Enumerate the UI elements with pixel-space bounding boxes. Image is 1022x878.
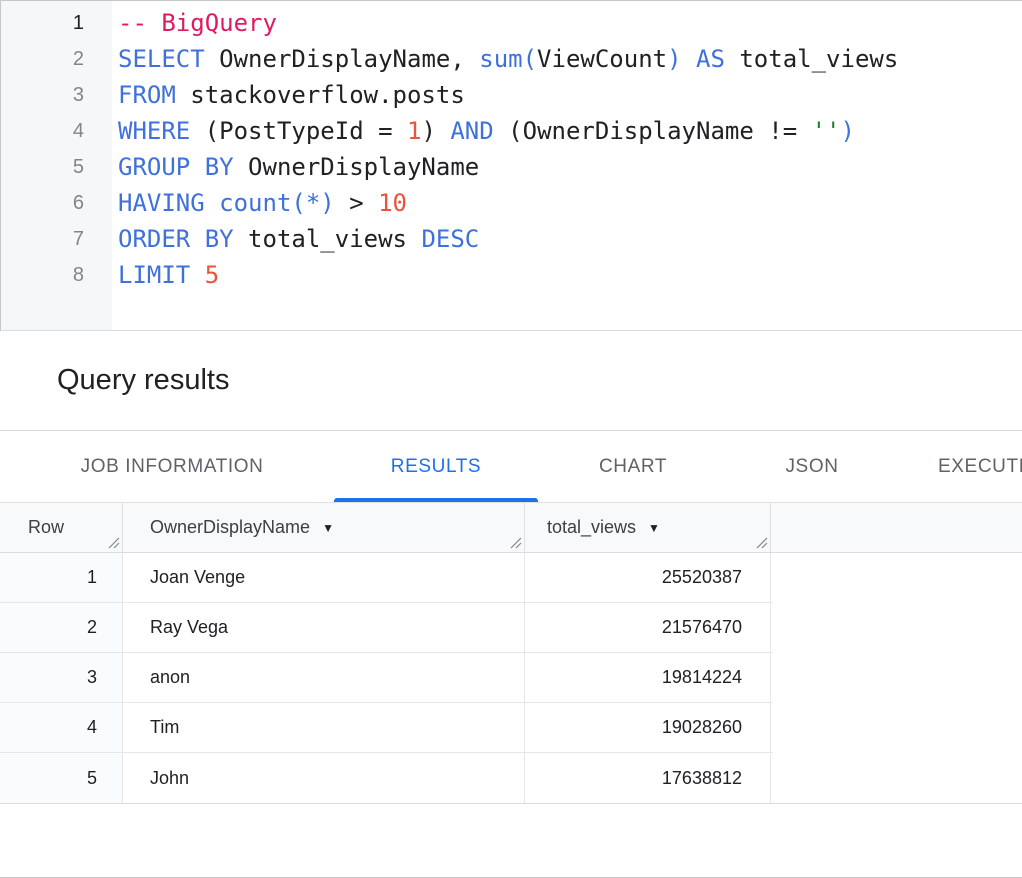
cell-owner: Ray Vega <box>123 603 525 652</box>
code-token: OwnerDisplayName, <box>205 45 480 73</box>
line-number: 7 <box>1 221 112 257</box>
sort-dropdown-icon[interactable]: ▼ <box>648 522 660 534</box>
sql-editor[interactable]: 12345678 -- BigQuerySELECT OwnerDisplayN… <box>0 0 1022 331</box>
line-number: 1 <box>1 5 112 41</box>
code-token: '' <box>812 117 841 145</box>
code-token: ) <box>841 117 855 145</box>
code-token: LIMIT <box>118 261 190 289</box>
cell-owner: anon <box>123 653 525 702</box>
code-token: total_views <box>725 45 898 73</box>
code-token: stackoverflow.posts <box>176 81 465 109</box>
results-table-body: 1Joan Venge255203872Ray Vega215764703ano… <box>0 553 1022 804</box>
line-number: 5 <box>1 149 112 185</box>
code-token: SELECT <box>118 45 205 73</box>
table-row: 5John17638812 <box>0 753 773 803</box>
editor-gutter: 12345678 <box>1 1 112 330</box>
cell-row: 5 <box>0 753 123 803</box>
table-row: 3anon19814224 <box>0 653 773 703</box>
header-cell-ownerdisplayname: OwnerDisplayName ▼ <box>123 503 525 552</box>
query-results-title: Query results <box>57 364 229 397</box>
code-token: (OwnerDisplayName != <box>494 117 812 145</box>
code-token: ViewCount <box>537 45 667 73</box>
code-token: ) <box>667 45 681 73</box>
column-resize-handle[interactable] <box>755 536 768 549</box>
results-tabbar: JOB INFORMATIONRESULTSCHARTJSONEXECUTI <box>0 431 1022 503</box>
code-token: OwnerDisplayName <box>234 153 480 181</box>
column-resize-handle[interactable] <box>509 536 522 549</box>
cell-owner: John <box>123 753 525 803</box>
line-number: 4 <box>1 113 112 149</box>
column-label: total_views <box>547 517 636 538</box>
code-token: HAVING <box>118 189 205 217</box>
code-token: DESC <box>421 225 479 253</box>
code-token: AS <box>696 45 725 73</box>
table-row: 1Joan Venge25520387 <box>0 553 773 603</box>
code-line: -- BigQuery <box>118 5 898 41</box>
results-table-header: Row OwnerDisplayName ▼ total_views ▼ <box>0 503 1022 553</box>
table-row: 2Ray Vega21576470 <box>0 603 773 653</box>
header-cell-filler <box>771 503 1022 552</box>
code-token: 10 <box>378 189 407 217</box>
code-token: AND <box>450 117 493 145</box>
header-cell-row: Row <box>0 503 123 552</box>
sort-dropdown-icon[interactable]: ▼ <box>322 522 334 534</box>
code-line: FROM stackoverflow.posts <box>118 77 898 113</box>
tab-job-information[interactable]: JOB INFORMATION <box>10 431 334 502</box>
code-token <box>205 189 219 217</box>
code-line: ORDER BY total_views DESC <box>118 221 898 257</box>
cell-row: 3 <box>0 653 123 702</box>
tab-json[interactable]: JSON <box>728 431 896 502</box>
code-token: total_views <box>234 225 422 253</box>
cell-views: 25520387 <box>525 553 771 602</box>
code-line: HAVING count(*) > 10 <box>118 185 898 221</box>
cell-views: 17638812 <box>525 753 771 803</box>
cell-row: 2 <box>0 603 123 652</box>
code-line: GROUP BY OwnerDisplayName <box>118 149 898 185</box>
cell-views: 19814224 <box>525 653 771 702</box>
query-results-header: Query results <box>0 331 1022 431</box>
code-line: SELECT OwnerDisplayName, sum(ViewCount) … <box>118 41 898 77</box>
table-row: 4Tim19028260 <box>0 703 773 753</box>
code-token <box>682 45 696 73</box>
line-number: 3 <box>1 77 112 113</box>
cell-owner: Tim <box>123 703 525 752</box>
line-number: 8 <box>1 257 112 293</box>
code-token: GROUP BY <box>118 153 234 181</box>
cell-owner: Joan Venge <box>123 553 525 602</box>
column-label: Row <box>28 517 64 538</box>
editor-code-area: -- BigQuery SELECT OwnerDisplayName, sum(… <box>112 1 898 330</box>
code-line: LIMIT 5 <box>118 257 898 293</box>
code-token: count(*) <box>219 189 335 217</box>
code-token: ) <box>421 117 450 145</box>
bigquery-panel: 12345678 -- BigQuerySELECT OwnerDisplayN… <box>0 0 1022 878</box>
results-table: Row OwnerDisplayName ▼ total_views ▼ 1Joan V… <box>0 503 1022 804</box>
code-token: 1 <box>407 117 421 145</box>
code-token: 5 <box>205 261 219 289</box>
code-token: FROM <box>118 81 176 109</box>
code-token: -- BigQuery <box>118 9 277 37</box>
line-number: 2 <box>1 41 112 77</box>
header-cell-total_views: total_views ▼ <box>525 503 771 552</box>
cell-views: 19028260 <box>525 703 771 752</box>
code-token: > <box>335 189 378 217</box>
line-number: 6 <box>1 185 112 221</box>
tab-results[interactable]: RESULTS <box>334 431 538 502</box>
code-token: sum( <box>479 45 537 73</box>
cell-row: 1 <box>0 553 123 602</box>
code-token <box>190 261 204 289</box>
code-token: ORDER BY <box>118 225 234 253</box>
column-resize-handle[interactable] <box>107 536 120 549</box>
code-token: WHERE <box>118 117 190 145</box>
code-line: WHERE (PostTypeId = 1) AND (OwnerDisplay… <box>118 113 898 149</box>
tab-chart[interactable]: CHART <box>538 431 728 502</box>
cell-row: 4 <box>0 703 123 752</box>
code-token: (PostTypeId = <box>190 117 407 145</box>
column-label: OwnerDisplayName <box>150 517 310 538</box>
results-panel-footer-space <box>0 804 1022 878</box>
cell-views: 21576470 <box>525 603 771 652</box>
tab-executi[interactable]: EXECUTI <box>896 431 1022 502</box>
